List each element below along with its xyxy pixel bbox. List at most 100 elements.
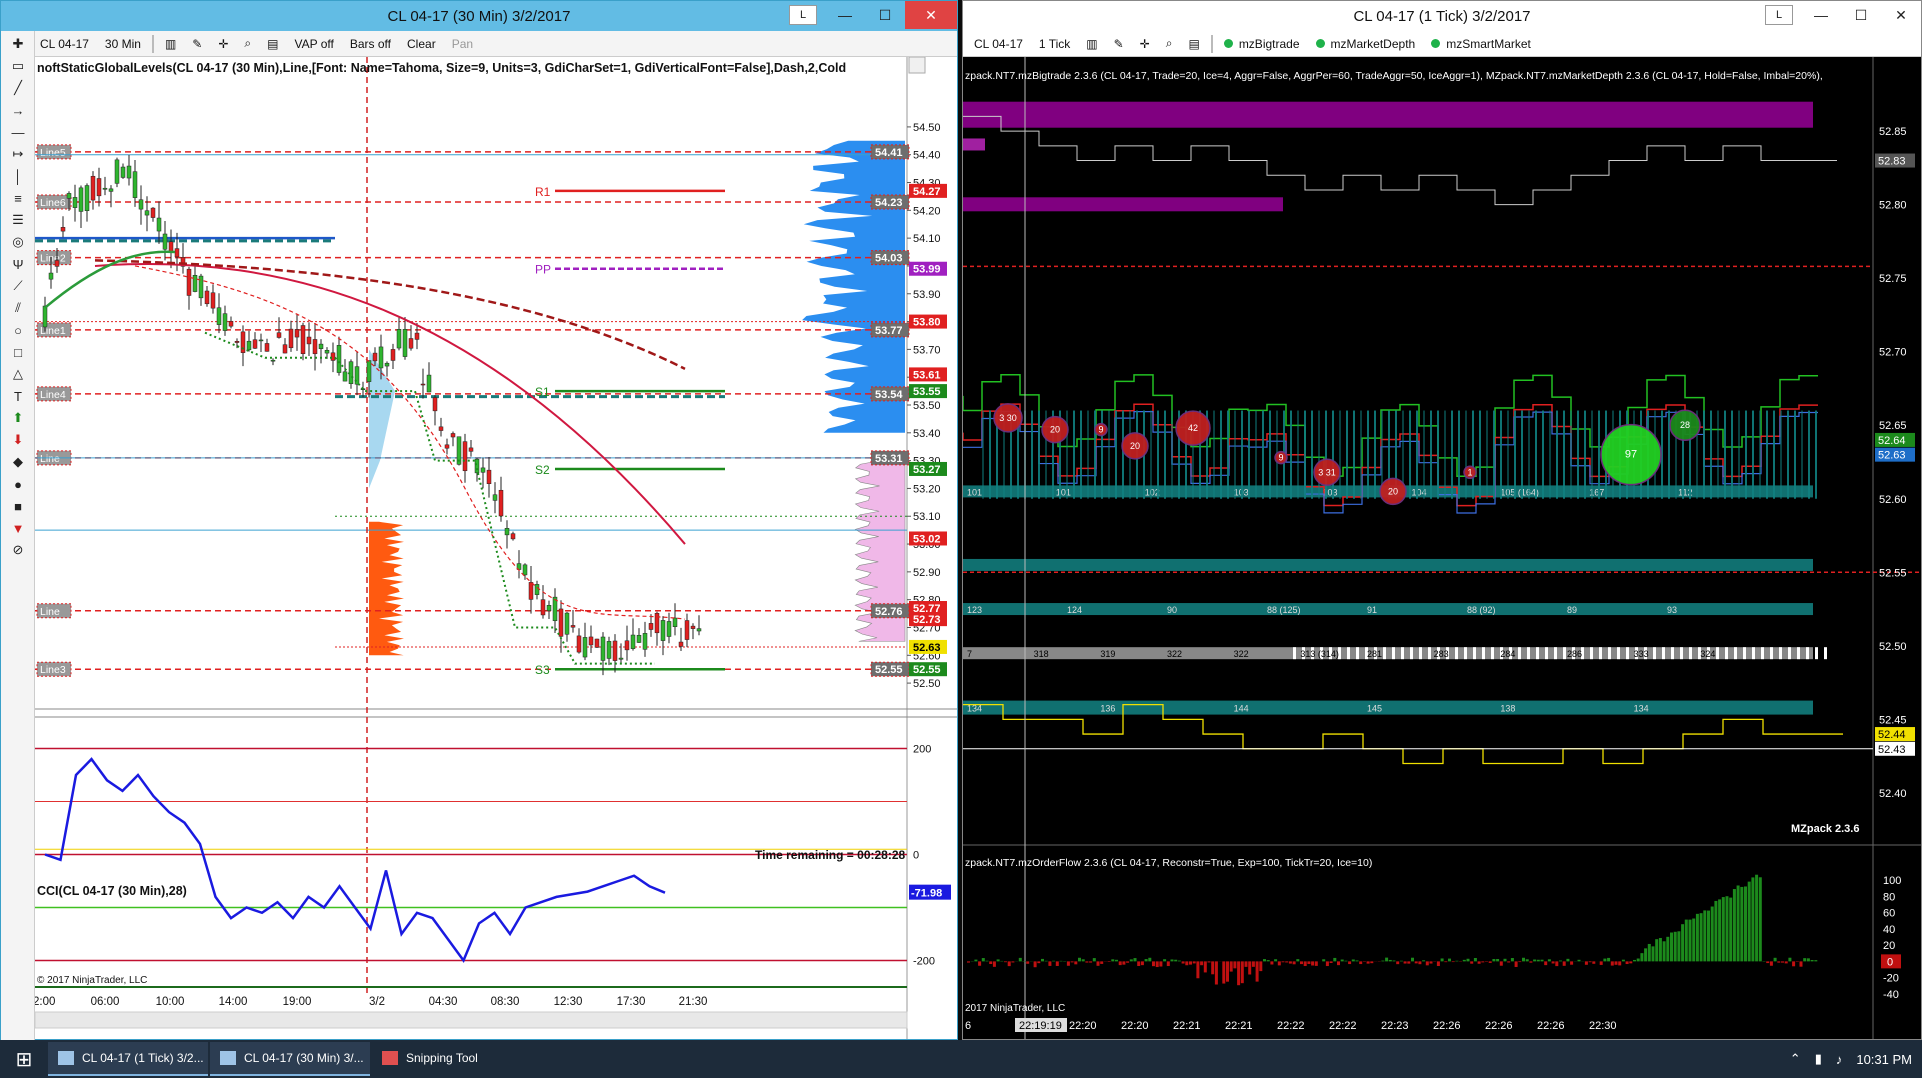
windows-start-icon[interactable]: ⊞ bbox=[0, 1040, 48, 1078]
price-chart-canvas[interactable]: Line5Line6Line2Line1Line4LineLineLine3R1… bbox=[35, 57, 957, 1039]
orderflow-bar bbox=[1263, 959, 1266, 961]
close-button[interactable]: ✕ bbox=[1881, 1, 1921, 29]
price-chart[interactable]: Line5 Line6 Line2 Line1 Line4 Line Line Line3 R1… bbox=[35, 57, 957, 1039]
orderflow-bar bbox=[1452, 961, 1455, 962]
zoom-icon[interactable]: ⌕ bbox=[1161, 33, 1178, 54]
arrow-down-icon[interactable]: ⬇ bbox=[9, 431, 27, 449]
interval-selector[interactable]: 1 Tick bbox=[1034, 34, 1075, 54]
indicator-toggle-bigtrade[interactable]: mzBigtrade bbox=[1219, 34, 1305, 54]
indicator-toggle-smartmarket[interactable]: mzSmartMarket bbox=[1426, 34, 1536, 54]
properties-icon[interactable]: ▤ bbox=[1183, 34, 1204, 54]
minimize-button[interactable]: — bbox=[825, 1, 865, 29]
orderflow-bar bbox=[1670, 933, 1673, 962]
depth-band-label: 88 (92) bbox=[1467, 605, 1496, 615]
chart-window-1tick[interactable]: CL 04-17 (1 Tick) 3/2/2017 L — ☐ ✕ CL 04… bbox=[962, 0, 1922, 1040]
interval-selector[interactable]: 30 Min bbox=[100, 34, 146, 54]
network-icon[interactable]: ▮ bbox=[1815, 1051, 1822, 1067]
channel-icon[interactable]: ⫽ bbox=[9, 299, 27, 317]
arrow-up-icon[interactable]: ⬆ bbox=[9, 409, 27, 427]
cci-tick-label: -200 bbox=[913, 956, 935, 968]
bar-type-icon[interactable]: ▥ bbox=[160, 34, 181, 54]
orderflow-bar bbox=[1370, 961, 1373, 963]
level-label: Line2 bbox=[40, 253, 66, 265]
pencil-icon[interactable]: ✎ bbox=[1109, 34, 1129, 54]
candle-body bbox=[103, 188, 107, 189]
candle-body bbox=[67, 193, 71, 198]
zoom-icon[interactable]: ⌕ bbox=[239, 33, 256, 54]
pencil-icon[interactable]: ✎ bbox=[187, 34, 207, 54]
license-button[interactable]: L bbox=[1765, 5, 1793, 25]
instrument-selector[interactable]: CL 04-17 bbox=[969, 34, 1028, 54]
taskbar-item-tick-chart[interactable]: CL 04-17 (1 Tick) 3/2... bbox=[48, 1042, 208, 1076]
diamond-icon[interactable]: ◆ bbox=[9, 453, 27, 471]
orderflow-bar bbox=[1189, 961, 1192, 964]
horizontal-line-icon[interactable]: — bbox=[9, 123, 27, 141]
orderflow-bar bbox=[1237, 961, 1240, 985]
orderflow-bar bbox=[1811, 960, 1814, 961]
candle-body bbox=[223, 314, 227, 331]
fib-retracement-icon[interactable]: ≡ bbox=[9, 189, 27, 207]
candle-body bbox=[229, 321, 233, 326]
ray-icon[interactable]: → bbox=[9, 101, 27, 119]
line-icon[interactable]: ╱ bbox=[9, 79, 27, 97]
crosshair-icon[interactable]: ✛ bbox=[213, 34, 233, 54]
regression-icon[interactable]: ⟋ bbox=[9, 277, 27, 295]
maximize-button[interactable]: ☐ bbox=[1841, 1, 1881, 29]
vap-toggle[interactable]: VAP off bbox=[290, 34, 339, 54]
remove-drawings-icon[interactable]: ⊘ bbox=[9, 541, 27, 559]
arrow-line-icon[interactable]: ↦ bbox=[9, 145, 27, 163]
cross-icon[interactable]: ✚ bbox=[9, 35, 27, 53]
orderflow-bar bbox=[1344, 961, 1347, 962]
depth-band-purple bbox=[963, 138, 985, 150]
fib-extension-icon[interactable]: ☰ bbox=[9, 211, 27, 229]
title-bar[interactable]: CL 04-17 (30 Min) 3/2/2017 L — ☐ ✕ bbox=[1, 1, 957, 31]
volume-icon[interactable]: ♪ bbox=[1836, 1052, 1843, 1067]
big-trade-label: 42 bbox=[1188, 423, 1198, 433]
taskbar-item-snipping-tool[interactable]: Snipping Tool bbox=[372, 1042, 532, 1076]
fib-circle-icon[interactable]: ◎ bbox=[9, 233, 27, 251]
vertical-line-icon[interactable]: │ bbox=[9, 167, 27, 185]
license-button[interactable]: L bbox=[789, 5, 817, 25]
depth-band-tick bbox=[1401, 647, 1404, 659]
close-button[interactable]: ✕ bbox=[905, 1, 957, 29]
taskbar-item-30min-chart[interactable]: CL 04-17 (30 Min) 3/... bbox=[210, 1042, 370, 1076]
properties-icon[interactable]: ▤ bbox=[262, 34, 283, 54]
orderflow-bar bbox=[1726, 896, 1729, 961]
bar-type-icon[interactable]: ▥ bbox=[1081, 34, 1102, 54]
tick-chart-canvas[interactable]: 101101102103103104105 (164)1671121231249… bbox=[963, 57, 1921, 1039]
triangle-icon[interactable]: △ bbox=[9, 365, 27, 383]
dot-icon[interactable]: ● bbox=[9, 475, 27, 493]
instrument-selector[interactable]: CL 04-17 bbox=[35, 34, 94, 54]
title-bar[interactable]: CL 04-17 (1 Tick) 3/2/2017 L — ☐ ✕ bbox=[963, 1, 1921, 31]
text-icon[interactable]: T bbox=[9, 387, 27, 405]
pan-button[interactable]: Pan bbox=[447, 34, 478, 54]
candle-body bbox=[79, 188, 83, 212]
bars-toggle[interactable]: Bars off bbox=[345, 34, 396, 54]
candle-body bbox=[499, 490, 503, 516]
chart-window-30min[interactable]: CL 04-17 (30 Min) 3/2/2017 L — ☐ ✕ CL 04… bbox=[0, 0, 958, 1040]
chevron-up-icon[interactable]: ⌃ bbox=[1790, 1051, 1801, 1067]
maximize-button[interactable]: ☐ bbox=[865, 1, 905, 29]
indicator-toggle-marketdepth[interactable]: mzMarketDepth bbox=[1311, 34, 1421, 54]
clock[interactable]: 10:31 PM bbox=[1856, 1052, 1912, 1067]
candle-body bbox=[157, 218, 161, 231]
clear-button[interactable]: Clear bbox=[402, 34, 441, 54]
square-icon[interactable]: ■ bbox=[9, 497, 27, 515]
ellipse-icon[interactable]: ○ bbox=[9, 321, 27, 339]
crosshair-icon[interactable]: ✛ bbox=[1135, 34, 1155, 54]
depth-band-label: 318 bbox=[1034, 649, 1049, 659]
depth-band-tick bbox=[1824, 647, 1827, 659]
candle-body bbox=[643, 633, 647, 649]
ruler-icon[interactable]: ▭ bbox=[9, 57, 27, 75]
pitchfork-icon[interactable]: Ψ bbox=[9, 255, 27, 273]
orderflow-bar bbox=[1304, 961, 1307, 966]
price-tick-label: 53.90 bbox=[913, 289, 941, 301]
orderflow-bar bbox=[1659, 938, 1662, 961]
triangle-down-icon[interactable]: ▼ bbox=[9, 519, 27, 537]
minimize-button[interactable]: — bbox=[1801, 1, 1841, 29]
orderflow-bar bbox=[1544, 961, 1547, 965]
tick-chart[interactable]: 101101102103103104105 (164)1671121231249… bbox=[963, 57, 1921, 1039]
candle-body bbox=[121, 167, 125, 177]
rectangle-icon[interactable]: □ bbox=[9, 343, 27, 361]
candle-body bbox=[211, 293, 215, 308]
